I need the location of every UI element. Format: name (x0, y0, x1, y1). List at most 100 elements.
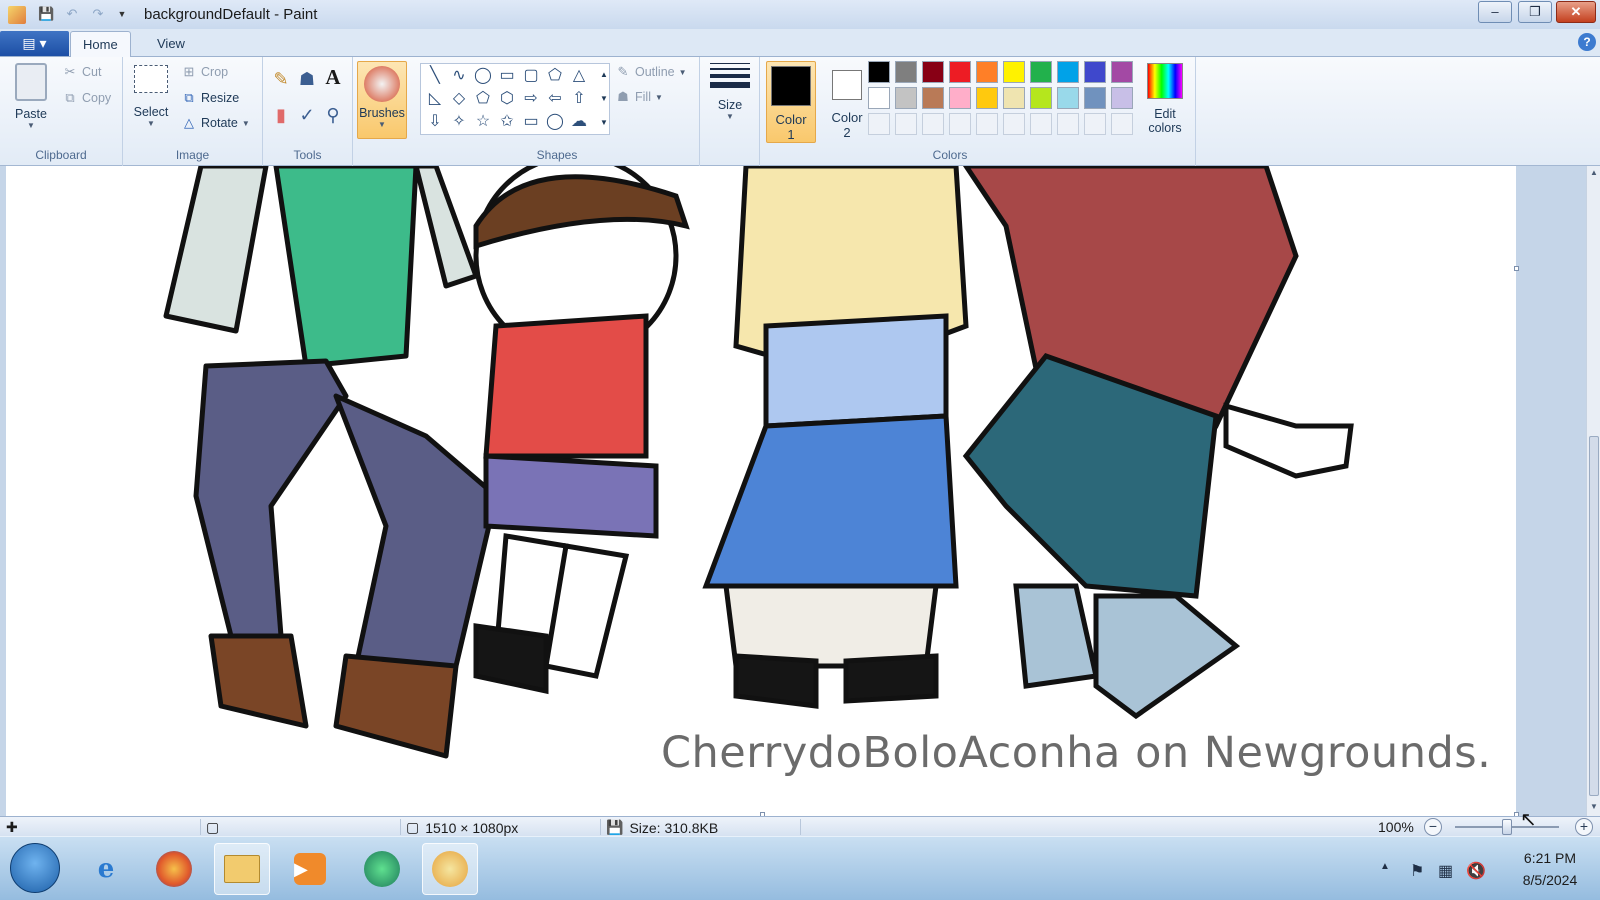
firefox-icon[interactable] (146, 843, 202, 895)
redo-icon[interactable]: ↷ (90, 6, 106, 22)
shape-option-icon[interactable]: ▭ (520, 111, 542, 133)
shape-option-icon[interactable]: ✩ (496, 111, 518, 133)
color1-button[interactable]: Color 1 (766, 61, 816, 143)
shape-option-icon[interactable]: ◺ (424, 88, 446, 110)
paint-taskbar-icon[interactable] (422, 843, 478, 895)
cut-button[interactable]: ✂ Cut (62, 64, 102, 80)
minimize-button[interactable]: – (1478, 1, 1512, 23)
custom-color-slot[interactable] (949, 113, 971, 135)
palette-color-swatch[interactable] (922, 87, 944, 109)
custom-color-slot[interactable] (1084, 113, 1106, 135)
palette-color-swatch[interactable] (1057, 87, 1079, 109)
media-player-icon[interactable]: ▶ (282, 843, 338, 895)
palette-color-swatch[interactable] (868, 61, 890, 83)
fill-button[interactable]: ☗ Fill ▼ (615, 89, 663, 105)
action-center-flag-icon[interactable]: ⚑ (1410, 861, 1424, 881)
internet-explorer-icon[interactable]: e (78, 843, 134, 895)
customize-quick-access-icon[interactable]: ▼ (114, 6, 130, 22)
show-hidden-icons-icon[interactable]: ▲ (1380, 861, 1390, 872)
help-icon[interactable]: ? (1578, 33, 1596, 51)
scroll-down-icon[interactable]: ▼ (1587, 802, 1600, 811)
paint-app-icon[interactable] (8, 5, 26, 24)
palette-color-swatch[interactable] (1030, 61, 1052, 83)
palette-color-swatch[interactable] (1003, 61, 1025, 83)
palette-color-swatch[interactable] (1084, 61, 1106, 83)
edit-colors-button[interactable]: Edit colors (1140, 63, 1190, 135)
palette-color-swatch[interactable] (1111, 61, 1133, 83)
text-icon[interactable]: A (321, 67, 345, 95)
custom-color-slot[interactable] (976, 113, 998, 135)
zoom-out-button[interactable]: − (1424, 818, 1442, 836)
shape-option-icon[interactable]: ⇦ (544, 88, 566, 110)
shape-option-icon[interactable]: ▭ (496, 65, 518, 87)
paste-button[interactable]: Paste ▼ (8, 63, 54, 130)
scroll-up-icon[interactable]: ▲ (596, 67, 612, 83)
scroll-up-icon[interactable]: ▲ (1587, 168, 1600, 177)
tab-view[interactable]: View (145, 31, 197, 58)
file-explorer-icon[interactable] (214, 843, 270, 895)
shape-option-icon[interactable]: ☆ (472, 111, 494, 133)
custom-color-slot[interactable] (922, 113, 944, 135)
vertical-scrollbar[interactable]: ▲ ▼ (1586, 166, 1600, 816)
undo-icon[interactable]: ↶ (64, 6, 80, 22)
scrollbar-thumb[interactable] (1589, 436, 1599, 796)
color2-button[interactable]: Color 2 (822, 61, 872, 143)
canvas-workspace[interactable]: CherrydoBoloAconha on Newgrounds. (0, 166, 1586, 817)
palette-color-swatch[interactable] (949, 87, 971, 109)
eraser-icon[interactable]: ▮ (269, 106, 293, 131)
chat-app-icon[interactable] (354, 843, 410, 895)
zoom-in-button[interactable]: + (1575, 818, 1593, 836)
palette-color-swatch[interactable] (895, 61, 917, 83)
shape-option-icon[interactable]: ▢ (520, 65, 542, 87)
fill-bucket-icon[interactable]: ☗ (295, 70, 319, 95)
network-icon[interactable]: ▦ (1438, 861, 1453, 881)
palette-color-swatch[interactable] (976, 87, 998, 109)
zoom-slider-thumb[interactable] (1502, 819, 1512, 835)
palette-color-swatch[interactable] (976, 61, 998, 83)
resize-button[interactable]: ⧉ Resize (181, 90, 239, 106)
close-button[interactable]: ✕ (1556, 1, 1596, 23)
shape-option-icon[interactable]: ⬠ (472, 88, 494, 110)
canvas-resize-handle[interactable] (1514, 266, 1519, 271)
custom-color-slot[interactable] (1030, 113, 1052, 135)
custom-color-slot[interactable] (1111, 113, 1133, 135)
rotate-button[interactable]: △ Rotate ▼ (181, 115, 250, 131)
pencil-icon[interactable]: ✎ (269, 70, 293, 95)
copy-button[interactable]: ⧉ Copy (62, 90, 111, 106)
shape-option-icon[interactable]: ◇ (448, 88, 470, 110)
shape-option-icon[interactable]: ╲ (424, 65, 446, 87)
shape-option-icon[interactable]: △ (568, 65, 590, 87)
select-button[interactable]: Select ▼ (129, 65, 173, 128)
palette-color-swatch[interactable] (1003, 87, 1025, 109)
shape-option-icon[interactable]: ⇧ (568, 88, 590, 110)
shape-option-icon[interactable]: ⇩ (424, 111, 446, 133)
color-picker-icon[interactable]: ✓ (295, 106, 319, 131)
system-clock[interactable]: 6:21 PM 8/5/2024 (1505, 847, 1595, 891)
shape-option-icon[interactable]: ☁ (568, 111, 590, 133)
palette-color-swatch[interactable] (949, 61, 971, 83)
brushes-button[interactable]: Brushes ▼ (357, 61, 407, 139)
custom-color-slot[interactable] (895, 113, 917, 135)
tab-home[interactable]: Home (70, 31, 131, 58)
palette-color-swatch[interactable] (1057, 61, 1079, 83)
outline-button[interactable]: ✎ Outline ▼ (615, 64, 687, 80)
shape-option-icon[interactable]: ◯ (544, 111, 566, 133)
palette-color-swatch[interactable] (895, 87, 917, 109)
shape-option-icon[interactable]: ∿ (448, 65, 470, 87)
scroll-down-icon[interactable]: ▼ (596, 91, 612, 107)
custom-color-slot[interactable] (868, 113, 890, 135)
palette-color-swatch[interactable] (1084, 87, 1106, 109)
shape-option-icon[interactable]: ⇨ (520, 88, 542, 110)
crop-button[interactable]: ⊞ Crop (181, 64, 229, 80)
custom-color-slot[interactable] (1003, 113, 1025, 135)
palette-color-swatch[interactable] (1111, 87, 1133, 109)
start-button[interactable] (10, 843, 60, 893)
more-shapes-icon[interactable]: ▼ (596, 115, 612, 131)
custom-color-slot[interactable] (1057, 113, 1079, 135)
palette-color-swatch[interactable] (868, 87, 890, 109)
maximize-button[interactable]: ❐ (1518, 1, 1552, 23)
shape-option-icon[interactable]: ◯ (472, 65, 494, 87)
palette-color-swatch[interactable] (922, 61, 944, 83)
magnifier-icon[interactable]: ⚲ (321, 106, 345, 131)
paint-menu-button[interactable]: ▤ ▾ (0, 31, 69, 56)
